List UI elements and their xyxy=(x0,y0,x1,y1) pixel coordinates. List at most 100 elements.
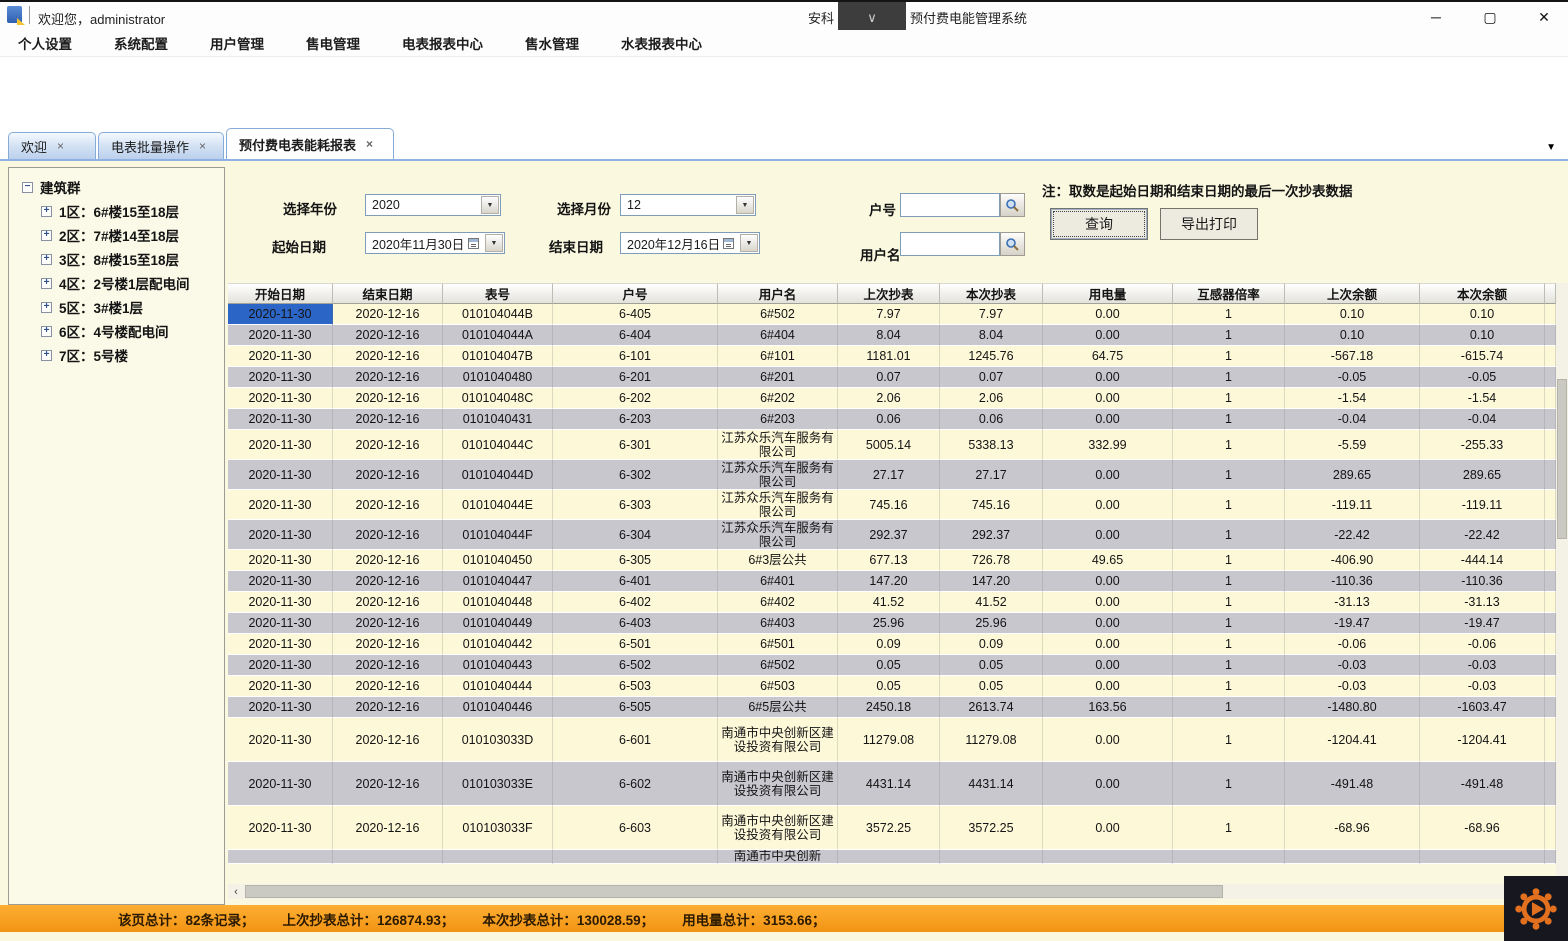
table-row[interactable]: 2020-11-30 2020-12-16 0101040444 6-503 6#503… xyxy=(228,676,1556,697)
chevron-down-icon[interactable]: ▼ xyxy=(740,234,758,252)
maximize-button[interactable]: ▢ xyxy=(1476,5,1504,29)
scroll-left-icon[interactable]: ‹ xyxy=(228,884,244,899)
column-header-4[interactable]: 用户名 xyxy=(718,283,838,304)
tab-2[interactable]: 预付费电表能耗报表 × xyxy=(226,128,394,159)
menu-item-2[interactable]: 用户管理 xyxy=(210,33,264,53)
table-row[interactable]: 2020-11-30 2020-12-16 010103033F 6-603 南通市中央… xyxy=(228,806,1556,850)
status-segment-0: 该页总计：82条记录； xyxy=(118,912,255,928)
table-cell: 49.65 xyxy=(1043,550,1173,571)
column-header-5[interactable]: 上次抄表 xyxy=(838,283,940,304)
expand-icon[interactable]: + xyxy=(41,253,52,265)
month-select[interactable]: 12 ▼ xyxy=(620,194,756,216)
menu-item-6[interactable]: 水表报表中心 xyxy=(621,33,702,53)
table-row[interactable]: 2020-11-30 2020-12-16 010104044B 6-405 6#502… xyxy=(228,304,1556,325)
table-row[interactable]: 2020-11-30 2020-12-16 0101040443 6-502 6#502… xyxy=(228,655,1556,676)
column-header-6[interactable]: 本次抄表 xyxy=(940,283,1043,304)
table-row[interactable]: 2020-11-30 2020-12-16 0101040442 6-501 6#501… xyxy=(228,634,1556,655)
year-select[interactable]: 2020 ▼ xyxy=(365,194,501,216)
column-header-10[interactable]: 本次余额 xyxy=(1420,283,1545,304)
tab-0[interactable]: 欢迎 × xyxy=(8,132,96,159)
tree-root-item[interactable]: − 建筑群 xyxy=(9,175,224,199)
tree-item-1[interactable]: +2区：7#楼14至18层 xyxy=(9,223,224,247)
horizontal-scroll-thumb[interactable] xyxy=(245,885,1223,898)
tree-item-2[interactable]: +3区：8#楼15至18层 xyxy=(9,247,224,271)
query-button[interactable]: 查询 xyxy=(1050,208,1148,240)
table-cell: 4431.14 xyxy=(940,762,1043,806)
column-header-0[interactable]: 开始日期 xyxy=(228,283,333,304)
tab-1[interactable]: 电表批量操作 × xyxy=(98,132,224,159)
tab-overflow-icon[interactable]: ▼ xyxy=(1546,142,1556,153)
start-date-picker[interactable]: 2020年11月30日 ▼ xyxy=(365,232,505,254)
chevron-down-icon[interactable]: ▼ xyxy=(484,234,503,252)
username-search-button[interactable] xyxy=(1000,232,1025,256)
collapse-icon[interactable]: − xyxy=(22,181,33,193)
tab-close-icon[interactable]: × xyxy=(57,140,64,152)
column-header-2[interactable]: 表号 xyxy=(443,283,553,304)
table-row[interactable]: 2020-11-30 2020-12-16 010103033D 6-601 南通市中央… xyxy=(228,718,1556,762)
column-header-3[interactable]: 户号 xyxy=(553,283,718,304)
table-row[interactable]: 2020-11-30 2020-12-16 0101040447 6-401 6#401… xyxy=(228,571,1556,592)
table-cell: 0.00 xyxy=(1043,409,1173,430)
expand-icon[interactable]: + xyxy=(41,349,52,361)
table-cell: 0.05 xyxy=(838,655,940,676)
username-input[interactable] xyxy=(900,232,1000,256)
table-cell: 1 xyxy=(1173,304,1285,325)
table-cell: 2020-12-16 xyxy=(333,806,443,850)
table-row[interactable]: 南通市中央创新 xyxy=(228,850,1556,864)
column-header-1[interactable]: 结束日期 xyxy=(333,283,443,304)
tab-close-icon[interactable]: × xyxy=(199,140,206,152)
column-header-7[interactable]: 用电量 xyxy=(1043,283,1173,304)
vertical-scroll-thumb[interactable] xyxy=(1557,379,1567,539)
minimize-button[interactable]: ─ xyxy=(1422,5,1450,29)
tree-item-6[interactable]: +7区：5号楼 xyxy=(9,343,224,367)
table-row[interactable]: 2020-11-30 2020-12-16 010104044A 6-404 6#404… xyxy=(228,325,1556,346)
expand-icon[interactable]: + xyxy=(41,301,52,313)
table-cell xyxy=(838,850,940,864)
table-row[interactable]: 2020-11-30 2020-12-16 010104047B 6-101 6#101… xyxy=(228,346,1556,367)
table-row[interactable]: 2020-11-30 2020-12-16 010103033E 6-602 南通市中央… xyxy=(228,762,1556,806)
table-row[interactable]: 2020-11-30 2020-12-16 010104048C 6-202 6#202… xyxy=(228,388,1556,409)
tab-close-icon[interactable]: × xyxy=(366,138,373,150)
menu-item-0[interactable]: 个人设置 xyxy=(18,33,72,53)
end-date-picker[interactable]: 2020年12月16日 ▼ xyxy=(620,232,760,254)
table-cell: 0101040449 xyxy=(443,613,553,634)
chevron-down-icon[interactable]: ▼ xyxy=(736,196,754,214)
table-cell: 2020-12-16 xyxy=(333,762,443,806)
expand-icon[interactable]: + xyxy=(41,325,52,337)
column-header-8[interactable]: 互感器倍率 xyxy=(1173,283,1285,304)
table-cell: 6-602 xyxy=(553,762,718,806)
tree-item-5[interactable]: +6区：4号楼配电间 xyxy=(9,319,224,343)
column-header-9[interactable]: 上次余额 xyxy=(1285,283,1420,304)
table-row[interactable]: 2020-11-30 2020-12-16 010104044D 6-302 江苏众乐汽… xyxy=(228,460,1556,490)
table-row[interactable]: 2020-11-30 2020-12-16 0101040480 6-201 6#201… xyxy=(228,367,1556,388)
horizontal-scrollbar[interactable]: ‹ xyxy=(228,884,1546,899)
menu-item-1[interactable]: 系统配置 xyxy=(114,33,168,53)
tree-item-0[interactable]: +1区：6#楼15至18层 xyxy=(9,199,224,223)
account-input[interactable] xyxy=(900,193,1000,217)
menu-item-4[interactable]: 电表报表中心 xyxy=(402,33,483,53)
tree-item-3[interactable]: +4区：2号楼1层配电间 xyxy=(9,271,224,295)
table-cell: 010104044A xyxy=(443,325,553,346)
account-search-button[interactable] xyxy=(1000,193,1025,217)
menu-item-3[interactable]: 售电管理 xyxy=(306,33,360,53)
tree-item-4[interactable]: +5区：3#楼1层 xyxy=(9,295,224,319)
expand-icon[interactable]: + xyxy=(41,277,52,289)
table-row[interactable]: 2020-11-30 2020-12-16 010104044E 6-303 江苏众乐汽… xyxy=(228,490,1556,520)
vertical-scrollbar[interactable] xyxy=(1556,283,1568,884)
close-button[interactable]: ✕ xyxy=(1530,5,1558,29)
export-print-button[interactable]: 导出打印 xyxy=(1160,208,1258,240)
table-row[interactable]: 2020-11-30 2020-12-16 0101040449 6-403 6#403… xyxy=(228,613,1556,634)
table-cell: -119.11 xyxy=(1420,490,1545,520)
menu-item-5[interactable]: 售水管理 xyxy=(525,33,579,53)
column-header-filler xyxy=(1545,283,1556,304)
table-row[interactable]: 2020-11-30 2020-12-16 0101040446 6-505 6#5层公… xyxy=(228,697,1556,718)
chevron-down-icon[interactable]: ▼ xyxy=(481,196,499,214)
expand-icon[interactable]: + xyxy=(41,229,52,241)
table-row[interactable]: 2020-11-30 2020-12-16 010104044C 6-301 江苏众乐汽… xyxy=(228,430,1556,460)
table-row[interactable]: 2020-11-30 2020-12-16 0101040448 6-402 6#402… xyxy=(228,592,1556,613)
table-row[interactable]: 2020-11-30 2020-12-16 0101040431 6-203 6#203… xyxy=(228,409,1556,430)
table-row[interactable]: 2020-11-30 2020-12-16 0101040450 6-305 6#3层公… xyxy=(228,550,1556,571)
table-cell: -0.03 xyxy=(1285,676,1420,697)
table-row[interactable]: 2020-11-30 2020-12-16 010104044F 6-304 江苏众乐汽… xyxy=(228,520,1556,550)
expand-icon[interactable]: + xyxy=(41,205,52,217)
